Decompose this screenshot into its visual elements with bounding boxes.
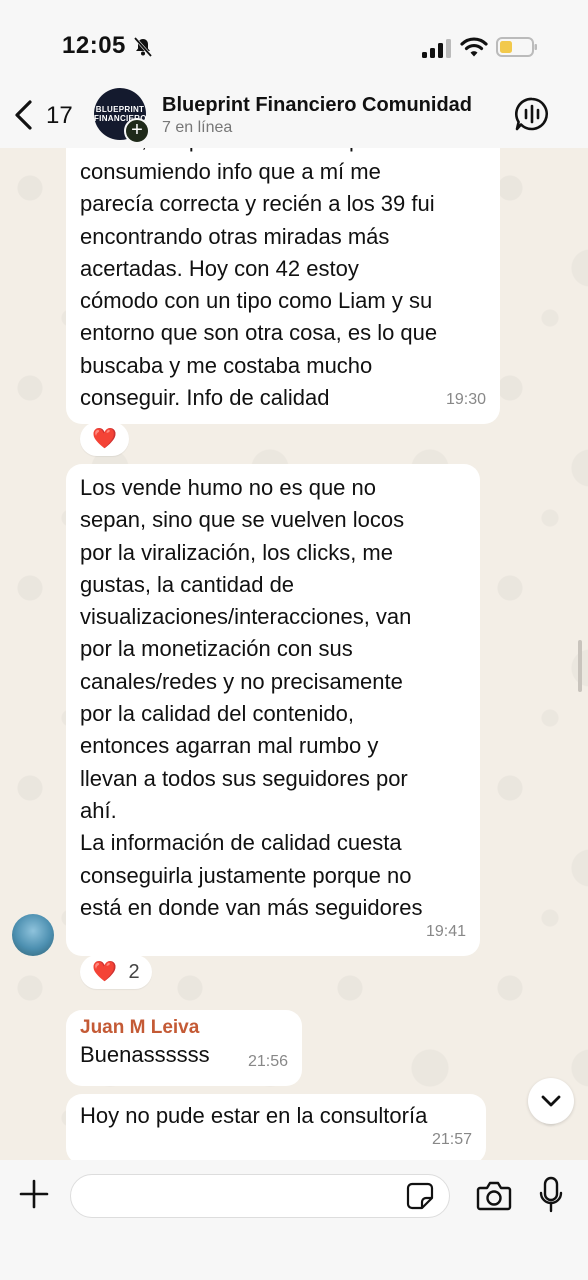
add-icon[interactable]: + bbox=[124, 118, 150, 144]
scroll-down-icon[interactable] bbox=[528, 1078, 574, 1124]
message-time: 19:41 bbox=[425, 922, 466, 940]
status-bar: 12:05 bbox=[0, 0, 588, 86]
message-reaction[interactable]: ❤️ bbox=[80, 422, 129, 456]
message-time: 21:57 bbox=[431, 1130, 472, 1148]
message-time: 19:30 bbox=[445, 390, 486, 408]
message-reaction[interactable]: ❤️ 2 bbox=[80, 955, 152, 989]
message-input[interactable] bbox=[70, 1174, 450, 1218]
unread-chats-count[interactable]: 17 bbox=[46, 102, 73, 130]
heart-icon: ❤️ bbox=[92, 961, 117, 983]
sender-avatar[interactable] bbox=[12, 914, 54, 956]
scrollbar[interactable] bbox=[578, 640, 582, 692]
message-bubble[interactable]: Los vende humo no es que no sepan, sino … bbox=[66, 464, 480, 956]
sender-name[interactable]: Juan M Leiva bbox=[80, 1016, 288, 1040]
signal-icon bbox=[422, 39, 451, 58]
message-bubble[interactable]: Hoy no pude estar en la consultoría 21:5… bbox=[66, 1094, 486, 1164]
composer-bar bbox=[0, 1160, 588, 1280]
chat-header: 17 BLUEPRINT FINANCIERO + Blueprint Fina… bbox=[0, 86, 588, 148]
message-bubble[interactable]: Juan M Leiva Buenassssss 21:56 bbox=[66, 1010, 302, 1086]
message-text: Hoy no pude estar en la consultoría bbox=[80, 1103, 428, 1128]
group-online-status: 7 en línea bbox=[162, 119, 233, 136]
message-time: 21:56 bbox=[247, 1052, 288, 1070]
message-text: Los vende humo no es que no sepan, sino … bbox=[80, 475, 423, 920]
message-bubble[interactable]: tenían, después me desvié por ir consumi… bbox=[66, 124, 500, 424]
wifi-icon bbox=[460, 37, 488, 57]
avatar-text-line-1: BLUEPRINT bbox=[95, 105, 145, 114]
battery-icon bbox=[496, 37, 537, 57]
message-text: consumiendo info que a mí me parecía cor… bbox=[80, 159, 438, 411]
bell-slash-icon bbox=[133, 37, 153, 57]
group-name[interactable]: Blueprint Financiero Comunidad bbox=[162, 94, 472, 117]
reaction-count: 2 bbox=[128, 961, 140, 983]
sticker-icon[interactable] bbox=[406, 1182, 434, 1210]
status-time: 12:05 bbox=[62, 32, 126, 59]
microphone-icon[interactable] bbox=[538, 1176, 564, 1214]
plus-icon[interactable] bbox=[18, 1178, 50, 1210]
camera-icon[interactable] bbox=[476, 1180, 512, 1212]
heart-icon: ❤️ bbox=[92, 428, 117, 450]
voice-chat-icon[interactable] bbox=[514, 96, 550, 132]
back-chevron-icon[interactable] bbox=[10, 98, 38, 132]
